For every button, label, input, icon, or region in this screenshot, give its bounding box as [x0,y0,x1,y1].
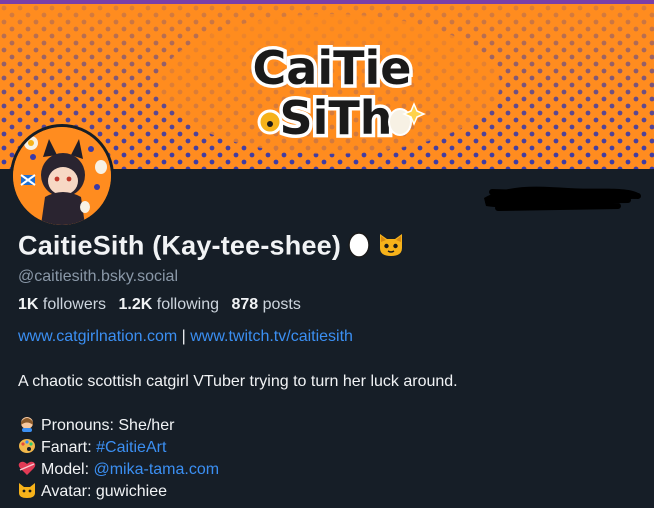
display-name-text: CaitieSith (Kay-tee-shee) [18,230,342,261]
website-link[interactable]: www.catgirlnation.com [18,328,177,345]
fanart-line: Fanart: #CaitieArt [18,438,166,457]
avatar-image [13,127,111,225]
cat-face-icon [18,482,36,498]
pronouns-text: Pronouns: She/her [41,417,175,434]
posts-stat: 878 posts [231,296,300,313]
profile-links: www.catgirlnation.com | www.twitch.tv/ca… [18,328,353,346]
art-palette-icon [18,438,36,454]
redacted-scribble [484,186,641,211]
model-artist-link[interactable]: @mika-tama.com [93,461,219,478]
following-count: 1.2K [118,296,153,313]
bio-tagline: A chaotic scottish catgirl VTuber trying… [18,373,458,390]
model-label: Model: [41,461,90,478]
egg-icon [347,230,371,265]
caitiesith-logo: CaiTie SiTh [249,38,426,142]
fanart-label: Fanart: [41,439,92,456]
pronouns-line: Pronouns: She/her [18,416,174,435]
avatar-credit-line: Avatar: guwichiee [18,482,167,501]
twitch-link[interactable]: www.twitch.tv/caitiesith [190,328,353,345]
cat-face-icon [377,230,405,265]
following-stat[interactable]: 1.2K following [119,296,220,313]
link-separator: | [181,328,186,345]
avatar[interactable] [10,124,114,228]
svg-text:CaiTie: CaiTie [253,41,412,95]
fanart-hashtag-link[interactable]: #CaitieArt [96,439,166,456]
user-handle: @caitiesith.bsky.social [18,268,178,285]
avatar-credit-text: Avatar: guwichiee [41,483,167,500]
posts-count: 878 [231,296,259,313]
heart-icon [18,460,36,476]
svg-text:SiTh: SiTh [279,91,392,142]
display-name: CaitieSith (Kay-tee-shee) [18,230,405,265]
person-icon [18,416,36,432]
profile-stats: 1K followers 1.2K following 878 posts [18,296,301,314]
posts-label: posts [262,296,301,313]
followers-count: 1K [18,296,39,313]
followers-label: followers [42,296,107,313]
model-line: Model: @mika-tama.com [18,460,219,479]
followers-stat[interactable]: 1K followers [18,296,106,313]
following-label: following [156,296,220,313]
